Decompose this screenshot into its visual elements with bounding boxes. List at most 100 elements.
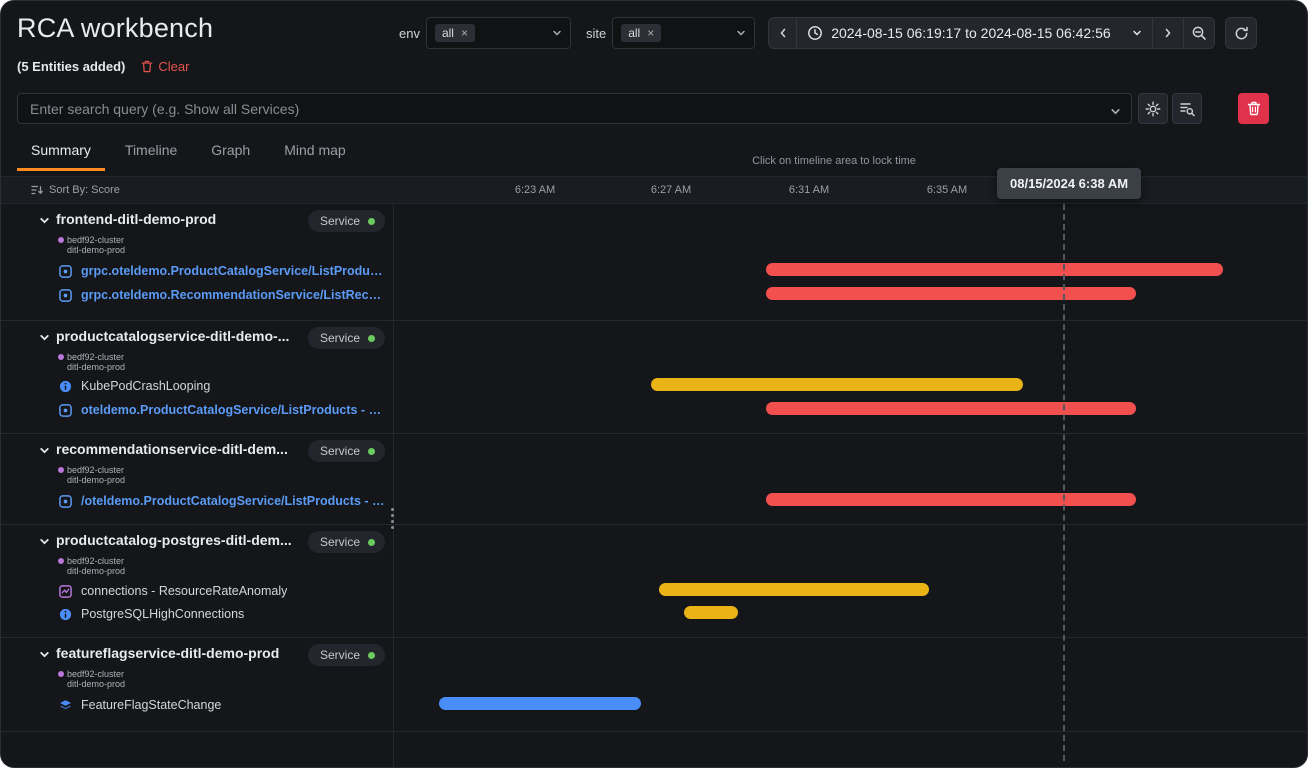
page-title: RCA workbench [17,13,213,44]
sort-by-control[interactable]: Sort By: Score [31,177,120,203]
query-inspector-button[interactable] [1172,93,1202,124]
info-circle-icon [59,608,72,621]
timeline-bar-red[interactable] [766,402,1136,415]
entity-name[interactable]: featureflagservice-ditl-demo-prod [56,645,279,661]
trace-link-icon [59,495,72,508]
timeline-lane[interactable] [397,638,1307,731]
chevron-down-icon[interactable] [39,215,50,226]
cluster-name: bedf92-cluster [67,235,124,245]
clock-icon [807,25,823,41]
timeline-lane[interactable] [397,525,1307,637]
cluster-dot-icon [58,354,64,360]
tab-mind-map[interactable]: Mind map [270,142,359,171]
time-range-value: 2024-08-15 06:19:17 to 2024-08-15 06:42:… [831,25,1110,41]
chevron-down-icon[interactable] [39,536,50,547]
badge-label: Service [320,214,360,228]
chevron-down-icon[interactable] [39,649,50,660]
trace-link-icon [59,289,72,302]
cluster-name: bedf92-cluster [67,465,124,475]
namespace-name: ditl-demo-prod [67,245,125,255]
timeline-bar-red[interactable] [766,263,1223,276]
settings-button[interactable] [1138,93,1168,124]
timeline-lane[interactable] [397,321,1307,433]
zoom-out-time-button[interactable] [1183,18,1214,48]
entity-panel: featureflagservice-ditl-demo-prod Service… [1,638,393,731]
cluster-dot-icon [58,671,64,677]
timeline-bar-yellow[interactable] [684,606,738,619]
alert-row[interactable]: FeatureFlagStateChange [59,695,385,715]
panel-resize-handle[interactable] [387,504,398,533]
timeline-bar-yellow[interactable] [659,583,929,596]
alert-row[interactable]: connections - ResourceRateAnomaly [59,581,385,601]
time-shift-forward-button[interactable] [1152,18,1183,48]
entity-group: featureflagservice-ditl-demo-prod Service… [1,638,1307,732]
search-input[interactable] [17,93,1132,124]
tab-graph[interactable]: Graph [197,142,264,171]
timeline-lane[interactable] [397,434,1307,524]
timeline-lane[interactable] [397,204,1307,320]
trace-link[interactable]: grpc.oteldemo.RecommendationService/List… [81,288,385,302]
trace-link-row[interactable]: grpc.oteldemo.ProductCatalogService/List… [59,261,385,281]
time-shift-back-button[interactable] [769,18,796,48]
alert-label[interactable]: KubePodCrashLooping [81,379,210,393]
timeline-bar-blue[interactable] [439,697,641,710]
axis-tick-label: 6:31 AM [789,184,829,196]
chevron-down-icon [1132,25,1142,41]
badge-label: Service [320,444,360,458]
chevron-down-icon[interactable] [39,445,50,456]
site-filter-chip: all × [621,24,661,42]
time-range-picker[interactable]: 2024-08-15 06:19:17 to 2024-08-15 06:42:… [796,18,1152,48]
alert-row[interactable]: PostgreSQLHighConnections [59,604,385,624]
cluster-info: bedf92-clusterditl-demo-prod [58,235,125,255]
cluster-info: bedf92-clusterditl-demo-prod [58,556,125,576]
cluster-name: bedf92-cluster [67,669,124,679]
clear-entities-button[interactable]: Clear [141,59,189,74]
trace-link-row[interactable]: /oteldemo.ProductCatalogService/ListProd… [59,491,385,511]
alert-row[interactable]: KubePodCrashLooping [59,376,385,396]
clear-label: Clear [158,59,189,74]
refresh-icon [1234,26,1249,41]
trace-link[interactable]: /oteldemo.ProductCatalogService/ListProd… [81,494,385,508]
trace-link-icon [59,404,72,417]
site-filter-label: site [586,26,606,41]
timeline-bar-yellow[interactable] [651,378,1023,391]
entity-groups: frontend-ditl-demo-prod Service bedf92-clu… [1,204,1307,732]
trace-link-row[interactable]: oteldemo.ProductCatalogService/ListProdu… [59,400,385,420]
alert-label[interactable]: PostgreSQLHighConnections [81,607,244,621]
cluster-name: bedf92-cluster [67,556,124,566]
env-filter-chip: all × [435,24,475,42]
service-badge: Service [308,531,385,553]
timeline-bar-red[interactable] [766,287,1136,300]
axis-tick-label: 6:23 AM [515,184,555,196]
remove-env-chip-icon[interactable]: × [461,27,468,39]
search-row [17,93,1269,124]
alert-label[interactable]: FeatureFlagStateChange [81,698,221,712]
chevron-down-icon [736,28,746,38]
panel-divider [393,204,394,767]
trace-link-row[interactable]: grpc.oteldemo.RecommendationService/List… [59,285,385,305]
cluster-dot-icon [58,467,64,473]
env-filter-select[interactable]: all × [426,17,571,49]
cluster-dot-icon [58,237,64,243]
remove-site-chip-icon[interactable]: × [647,27,654,39]
timeline-bar-red[interactable] [766,493,1136,506]
locked-time-line [1063,204,1065,761]
trace-link[interactable]: oteldemo.ProductCatalogService/ListProdu… [81,403,385,417]
tab-summary[interactable]: Summary [17,142,105,171]
anomaly-chart-icon [59,585,72,598]
alert-label[interactable]: connections - ResourceRateAnomaly [81,584,287,598]
site-filter-select[interactable]: all × [612,17,755,49]
entity-name[interactable]: recommendationservice-ditl-dem... [56,441,288,457]
entity-name[interactable]: productcatalogservice-ditl-demo-... [56,328,289,344]
chevron-down-icon[interactable] [39,332,50,343]
entity-name[interactable]: productcatalog-postgres-ditl-dem... [56,532,292,548]
refresh-button[interactable] [1225,17,1257,49]
sort-icon [31,184,43,196]
tab-timeline[interactable]: Timeline [111,142,191,171]
service-badge: Service [308,644,385,666]
entity-name[interactable]: frontend-ditl-demo-prod [56,211,216,227]
trace-link[interactable]: grpc.oteldemo.ProductCatalogService/List… [81,264,385,278]
locked-time-tooltip: 08/15/2024 6:38 AM [997,168,1141,199]
timeline-lock-hint: Click on timeline area to lock time [397,155,1271,167]
delete-query-button[interactable] [1238,93,1269,124]
